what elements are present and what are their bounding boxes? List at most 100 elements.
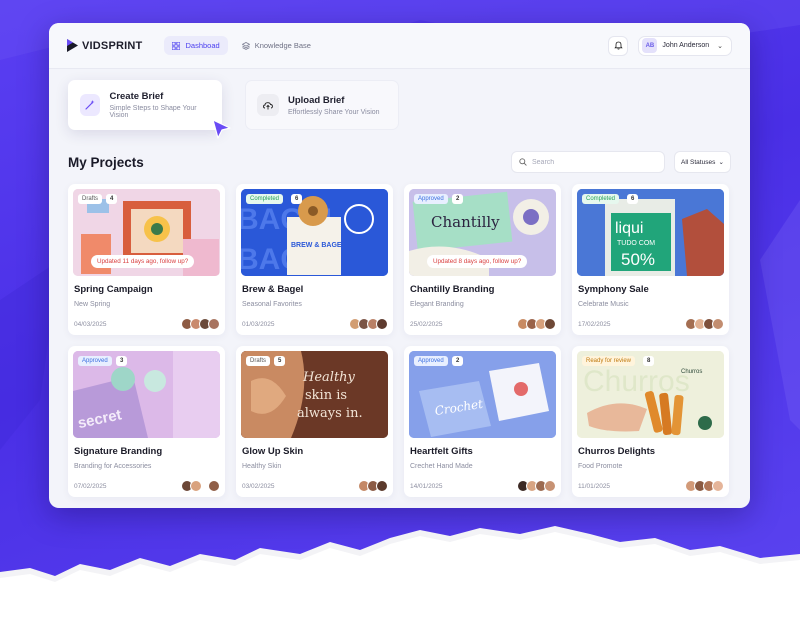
project-date: 04/03/2025 [74,320,107,328]
project-date: 17/02/2025 [578,320,611,328]
avatar [544,480,556,492]
glow-line-2: skin is [305,388,347,403]
torn-paper-edge [0,526,800,617]
count-badge: 3 [116,356,128,366]
projects-grid: Drafts 4 Updated 11 days ago, follow up?… [68,184,729,497]
user-avatar: AB [642,38,658,53]
count-badge: 2 [452,194,464,204]
project-date: 14/01/2025 [410,482,443,490]
brand-logo[interactable]: VIDSPRINT [67,39,142,52]
project-card-glow-up-skin[interactable]: Healthy skin is always in. Drafts 5 Glow… [236,346,393,497]
vidsprint-logo-icon [67,39,78,52]
upload-brief-subtitle: Effortlessly Share Your Vision [288,108,380,116]
project-thumbnail: Drafts 4 Updated 11 days ago, follow up? [73,189,220,276]
team-avatars [181,318,220,330]
status-badge: Approved [78,356,112,366]
bagel-bag-text: BREW & BAGEL [291,242,347,249]
cursor-pointer-icon [212,119,231,139]
project-subtitle: New Spring [74,301,111,308]
card-footer: 17/02/2025 [577,318,724,330]
status-filter-value: All Statuses [681,158,716,166]
projects-header: My Projects All Statuses ⌄ [68,150,731,174]
card-footer: 04/03/2025 [73,318,220,330]
project-card-symphony-sale[interactable]: liqui TUDO COM 50% Completed 6 Symphony … [572,184,729,335]
team-avatars [181,480,220,492]
magic-wand-icon [80,94,101,116]
user-name: John Anderson [662,42,710,49]
churros-small-text: Churros [681,369,702,375]
project-date: 11/01/2025 [578,482,611,490]
project-subtitle: Healthy Skin [242,463,282,470]
status-badge: Ready for review [582,356,636,366]
count-badge: 2 [452,356,464,366]
page-title: My Projects [68,154,144,170]
team-avatars [685,480,724,492]
notifications-button[interactable] [608,35,629,56]
status-badge: Completed [582,194,620,204]
project-subtitle: Crechet Hand Made [410,463,473,470]
status-badge: Approved [414,356,448,366]
project-title: Heartfelt Gifts [410,446,473,457]
project-subtitle: Celebrate Music [578,301,629,308]
team-avatars [358,480,388,492]
chantilly-text: Chantilly [431,213,500,231]
liqui-text: liqui [615,220,643,237]
nav-knowledge-base-label: Knowledge Base [254,41,311,50]
status-filter-select[interactable]: All Statuses ⌄ [674,151,731,173]
avatar [376,318,388,330]
upload-brief-title: Upload Brief [288,94,345,106]
card-footer: 25/02/2025 [409,318,556,330]
project-subtitle: Seasonal Favorites [242,301,302,308]
search-input[interactable] [532,158,652,166]
upload-cloud-icon [257,94,279,116]
status-badge: Approved [414,194,448,204]
chevron-down-icon: ⌄ [718,159,724,166]
create-brief-subtitle: Simple Steps to Shape Your Vision [109,105,197,119]
create-brief-button[interactable]: Create Brief Simple Steps to Shape Your … [68,80,222,130]
team-avatars [349,318,388,330]
project-card-chantilly-branding[interactable]: Chantilly Approved 2 Updated 8 days ago,… [404,184,561,335]
count-badge: 8 [643,356,655,366]
project-title: Symphony Sale [578,284,649,295]
stack-icon [241,41,250,50]
project-date: 25/02/2025 [410,320,443,328]
project-card-spring-campaign[interactable]: Drafts 4 Updated 11 days ago, follow up?… [68,184,225,335]
user-menu[interactable]: AB John Anderson ⌄ [638,35,732,56]
project-card-brew-bagel[interactable]: BAGEL BAGEL BREW & BAGEL Completed 6 Bre… [236,184,393,335]
search-icon [519,158,527,166]
project-card-heartfelt-gifts[interactable]: Crochet Approved 2 Heartfelt Gifts Crech… [404,346,561,497]
card-footer: 07/02/2025 [73,480,220,492]
project-subtitle: Elegant Branding [410,301,464,308]
upload-brief-button[interactable]: Upload Brief Effortlessly Share Your Vis… [245,80,399,130]
project-subtitle: Food Promote [578,463,623,470]
chevron-down-icon: ⌄ [717,42,723,50]
main-nav: Dashboad Knowledge Base [164,36,319,55]
project-thumbnail: secret Approved 3 [73,351,220,438]
count-badge: 6 [627,194,639,204]
pct-text: 50% [621,250,655,269]
team-avatars [517,318,556,330]
follow-up-notice[interactable]: Updated 8 days ago, follow up? [427,255,528,268]
project-card-signature-branding[interactable]: secret Approved 3 Signature Branding Bra… [68,346,225,497]
project-card-churros-delights[interactable]: Churros Churros Ready for review 8 Churr… [572,346,729,497]
quick-actions: Create Brief Simple Steps to Shape Your … [68,80,399,130]
follow-up-notice[interactable]: Updated 11 days ago, follow up? [91,255,195,268]
project-date: 03/02/2025 [242,482,275,490]
project-thumbnail: Healthy skin is always in. Drafts 5 [241,351,388,438]
team-avatars [517,480,556,492]
count-badge: 4 [106,194,118,204]
project-title: Signature Branding [74,446,163,457]
avatar [208,318,220,330]
card-footer: 11/01/2025 [577,480,724,492]
search-box[interactable] [511,151,665,173]
top-right-controls: AB John Anderson ⌄ [608,35,732,56]
nav-knowledge-base[interactable]: Knowledge Base [234,36,319,55]
project-title: Glow Up Skin [242,446,304,457]
project-thumbnail: Chantilly Approved 2 Updated 8 days ago,… [409,189,556,276]
glow-line-3: always in. [297,406,363,421]
card-footer: 01/03/2025 [241,318,388,330]
count-badge: 5 [274,356,286,366]
nav-dashboard[interactable]: Dashboad [164,36,228,55]
avatar [376,480,388,492]
project-title: Chantilly Branding [410,284,495,295]
